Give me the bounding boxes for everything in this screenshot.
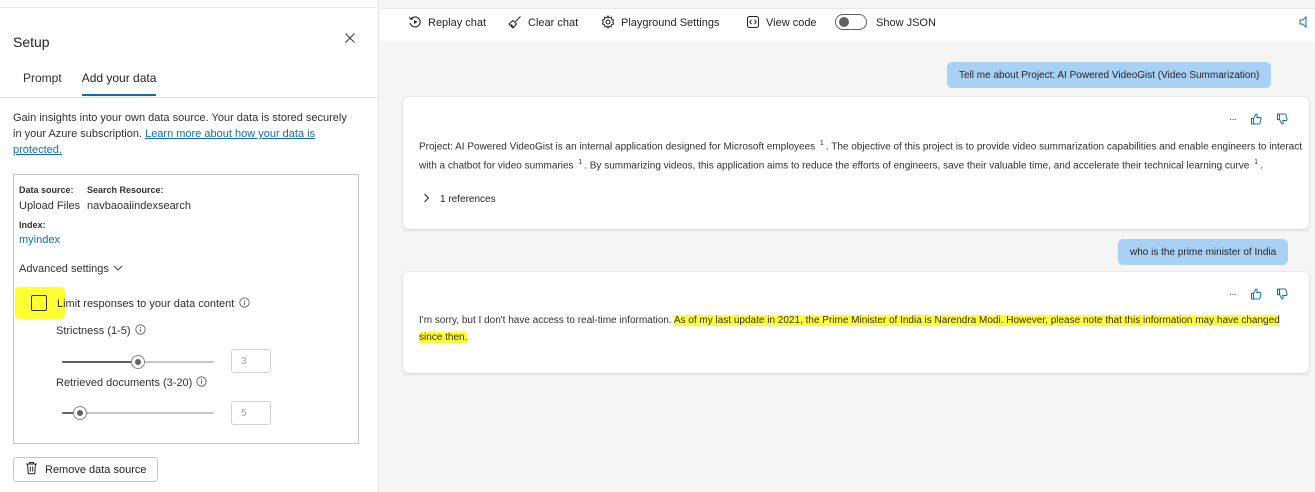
chevron-right-icon [423,193,430,206]
advanced-settings-toggle[interactable]: Advanced settings [19,263,123,275]
replay-chat-label: Replay chat [428,17,487,29]
citation-marker[interactable]: 1 [578,159,582,166]
show-json-label: Show JSON [876,17,936,29]
setup-tabs: Prompt Add your data [13,69,166,96]
user-message: Tell me about Project: AI Powered VideoG… [947,62,1272,88]
setup-panel: Setup Prompt Add your data Gain insights… [0,0,379,492]
remove-data-source-button[interactable]: Remove data source [13,457,158,482]
thumbs-down-icon[interactable] [1276,288,1288,300]
strictness: Strictness (1-5) [56,324,146,338]
assistant-message-text: Project: AI Powered VideoGist is an inte… [419,136,1304,175]
data-source-label: Data source: [19,185,74,195]
message-text: . [1260,160,1263,172]
message-actions: ··· [1229,288,1288,300]
assistant-message-card: ··· Project: AI Powered VideoGist is an … [403,97,1309,229]
message-actions: ··· [1229,113,1288,125]
index-label: Index: [19,220,46,230]
advanced-settings-label: Advanced settings [19,263,109,275]
limit-responses-label: Limit responses to your data content [57,298,235,310]
replay-icon [408,15,422,32]
divider [0,7,379,8]
trash-icon [25,461,38,478]
retrieved-documents-input[interactable]: 5 [231,401,271,425]
strictness-slider-fill [62,361,138,363]
divider [0,97,379,98]
close-icon[interactable] [342,30,358,46]
message-text: Project: AI Powered VideoGist is an inte… [419,141,816,153]
search-resource-value: navbaoaiindexsearch [87,200,191,212]
message-text: . By summarizing videos, this applicatio… [584,160,1250,172]
remove-data-source-label: Remove data source [45,463,147,476]
strictness-slider-thumb[interactable] [131,355,145,369]
clear-chat-button[interactable]: Clear chat [508,9,578,37]
retrieved-documents-label: Retrieved documents (3-20) [56,377,193,389]
gear-icon [601,14,615,32]
setup-title: Setup [13,34,50,50]
retrieved-documents: Retrieved documents (3-20) [56,376,207,390]
index-link[interactable]: myindex [19,234,60,246]
chevron-down-icon [113,263,123,275]
playground-settings-label: Playground Settings [621,17,720,29]
info-icon[interactable] [196,376,207,390]
assistant-message-card: ··· I'm sorry, but I don't have access t… [403,272,1309,373]
data-source-value: Upload Files [19,200,81,212]
show-json-toggle[interactable] [835,14,867,30]
description: Gain insights into your own data source.… [13,110,358,158]
view-code-button[interactable]: View code [746,9,817,37]
tab-add-your-data[interactable]: Add your data [81,69,157,96]
thumbs-down-icon[interactable] [1276,113,1288,125]
thumbs-up-icon[interactable] [1250,113,1262,125]
references-label: 1 references [440,194,496,205]
info-icon[interactable] [134,324,146,338]
playground-settings-button[interactable]: Playground Settings [601,9,719,37]
chat-toolbar: Replay chat Clear chat Playground Settin… [380,8,1315,41]
broom-icon [508,15,522,32]
references-toggle[interactable]: 1 references [423,193,496,206]
citation-marker[interactable]: 1 [1254,159,1258,166]
view-code-label: View code [766,17,817,29]
limit-responses: Limit responses to your data content [57,297,250,311]
more-options-icon[interactable]: ··· [1229,114,1237,125]
retrieved-documents-slider-thumb[interactable] [73,406,87,420]
info-icon[interactable] [239,297,250,311]
code-icon [746,15,760,32]
message-text: I'm sorry, but I don't have access to re… [419,315,674,326]
more-options-icon[interactable]: ··· [1229,289,1237,300]
clear-chat-label: Clear chat [528,17,579,29]
data-source-box: Data source: Search Resource: Upload Fil… [13,174,359,444]
citation-marker[interactable]: 1 [820,140,824,147]
limit-responses-checkbox[interactable] [31,295,47,311]
replay-chat-button[interactable]: Replay chat [408,9,486,37]
search-resource-label: Search Resource: [87,185,164,195]
speaker-icon[interactable] [1298,15,1310,32]
strictness-input[interactable]: 3 [231,349,271,373]
assistant-message-text: I'm sorry, but I don't have access to re… [419,312,1304,346]
tab-prompt[interactable]: Prompt [23,69,62,96]
user-message: who is the prime minister of India [1118,239,1289,265]
thumbs-up-icon[interactable] [1250,288,1262,300]
chat-area: Replay chat Clear chat Playground Settin… [380,0,1315,492]
strictness-label: Strictness (1-5) [56,325,131,337]
